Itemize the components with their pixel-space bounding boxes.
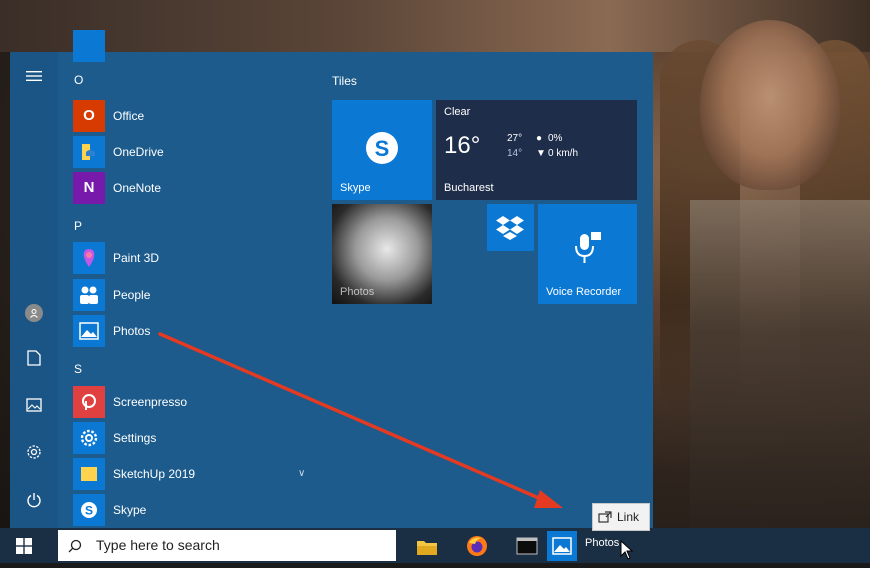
microphone-icon bbox=[575, 232, 601, 263]
droplet-icon: ● bbox=[536, 133, 543, 144]
tile-voice-recorder[interactable]: Voice Recorder bbox=[538, 204, 637, 304]
drag-label: Photos bbox=[585, 537, 620, 549]
mouse-cursor-icon bbox=[620, 540, 634, 560]
document-icon[interactable] bbox=[22, 350, 46, 374]
app-item-office[interactable]: O Office bbox=[73, 100, 313, 132]
app-list: O O Office OneDrive N OneNote P Paint 3D bbox=[58, 30, 313, 528]
onedrive-icon bbox=[73, 136, 105, 168]
app-name: People bbox=[113, 288, 151, 302]
app-item-people[interactable]: People bbox=[73, 279, 313, 311]
tile-photos[interactable]: Photos bbox=[332, 204, 432, 304]
link-tooltip: Link bbox=[592, 503, 650, 531]
group-header-p[interactable]: P bbox=[74, 219, 82, 233]
app-name: Settings bbox=[113, 431, 157, 445]
wind-direction-icon: ▼ bbox=[536, 148, 546, 159]
tile-label: Skype bbox=[340, 182, 371, 194]
weather-city: Bucharest bbox=[444, 182, 494, 194]
link-icon bbox=[598, 504, 612, 532]
gear-icon bbox=[73, 422, 105, 454]
taskbar-search-box[interactable]: Type here to search bbox=[58, 530, 396, 561]
app-item-skype[interactable]: S Skype bbox=[73, 494, 313, 526]
app-item-sketchup[interactable]: SketchUp 2019 ∨ bbox=[73, 458, 313, 490]
search-icon bbox=[68, 530, 82, 564]
svg-text:S: S bbox=[375, 136, 390, 161]
app-name: SketchUp 2019 bbox=[113, 467, 196, 481]
app-item-onenote[interactable]: N OneNote bbox=[73, 172, 313, 204]
tile-label: Voice Recorder bbox=[546, 286, 622, 298]
group-header-s[interactable]: S bbox=[74, 362, 82, 376]
folder-icon bbox=[417, 541, 437, 555]
group-header-o[interactable]: O bbox=[74, 73, 83, 87]
app-name: Screenpresso bbox=[113, 395, 188, 409]
power-icon[interactable] bbox=[22, 492, 46, 516]
app-name: OneNote bbox=[113, 181, 162, 195]
tile-label: Photos bbox=[340, 286, 375, 298]
weather-condition: Clear bbox=[444, 106, 471, 118]
app-name: Office bbox=[113, 109, 145, 123]
weather-high: 27° bbox=[507, 133, 523, 144]
start-rail bbox=[10, 52, 58, 528]
chevron-down-icon[interactable]: ∨ bbox=[298, 458, 305, 490]
svg-text:S: S bbox=[85, 504, 93, 518]
weather-precipitation: 0% bbox=[548, 133, 563, 144]
app-name: Photos bbox=[113, 324, 151, 338]
gear-icon[interactable] bbox=[22, 444, 46, 468]
wallpaper-figure bbox=[690, 200, 870, 530]
folder-icon bbox=[73, 458, 105, 490]
taskbar-photos[interactable] bbox=[547, 531, 577, 561]
app-name: OneDrive bbox=[113, 145, 164, 159]
taskbar: Type here to search Photos bbox=[0, 528, 870, 563]
weather-temperature: 16° bbox=[444, 132, 481, 159]
dropbox-icon bbox=[496, 216, 524, 240]
partial-app-icon bbox=[73, 30, 105, 62]
search-placeholder: Type here to search bbox=[96, 537, 220, 553]
tile-skype[interactable]: S Skype bbox=[332, 100, 432, 200]
app-item-screenpresso[interactable]: Screenpresso bbox=[73, 386, 313, 418]
windows-icon[interactable] bbox=[0, 528, 48, 563]
wallpaper-figure bbox=[700, 20, 840, 190]
start-menu: O O Office OneDrive N OneNote P Paint 3D bbox=[10, 30, 653, 528]
screenpresso-icon bbox=[73, 386, 105, 418]
photos-icon bbox=[73, 315, 105, 347]
people-icon bbox=[73, 279, 105, 311]
hamburger-icon[interactable] bbox=[22, 66, 46, 90]
taskbar-file-explorer[interactable] bbox=[412, 531, 442, 561]
skype-icon: S bbox=[366, 132, 398, 164]
app-name: Skype bbox=[113, 503, 147, 517]
user-avatar-icon[interactable] bbox=[25, 304, 43, 322]
app-item-photos[interactable]: Photos bbox=[73, 315, 313, 347]
weather-wind: 0 km/h bbox=[548, 148, 579, 159]
app-list-item-partial bbox=[73, 30, 313, 62]
onenote-icon: N bbox=[73, 172, 105, 204]
pictures-icon[interactable] bbox=[22, 396, 46, 420]
app-item-settings[interactable]: Settings bbox=[73, 422, 313, 454]
weather-low: 14° bbox=[507, 148, 523, 159]
firefox-icon bbox=[467, 536, 487, 556]
office-icon: O bbox=[73, 100, 105, 132]
paint3d-icon bbox=[73, 242, 105, 274]
terminal-icon bbox=[516, 537, 538, 555]
app-item-paint3d[interactable]: Paint 3D bbox=[73, 242, 313, 274]
skype-icon: S bbox=[73, 494, 105, 526]
taskbar-terminal[interactable] bbox=[512, 531, 542, 561]
link-label: Link bbox=[617, 510, 640, 524]
app-item-onedrive[interactable]: OneDrive bbox=[73, 136, 313, 168]
taskbar-firefox[interactable] bbox=[462, 531, 492, 561]
tiles-group-title[interactable]: Tiles bbox=[332, 74, 357, 88]
app-name: Paint 3D bbox=[113, 251, 160, 265]
tile-weather[interactable]: Clear 16° 27° 14° ● 0% ▼ 0 km/h Buchares… bbox=[436, 100, 637, 200]
tile-dropbox[interactable] bbox=[487, 204, 534, 251]
photos-icon bbox=[552, 537, 572, 555]
